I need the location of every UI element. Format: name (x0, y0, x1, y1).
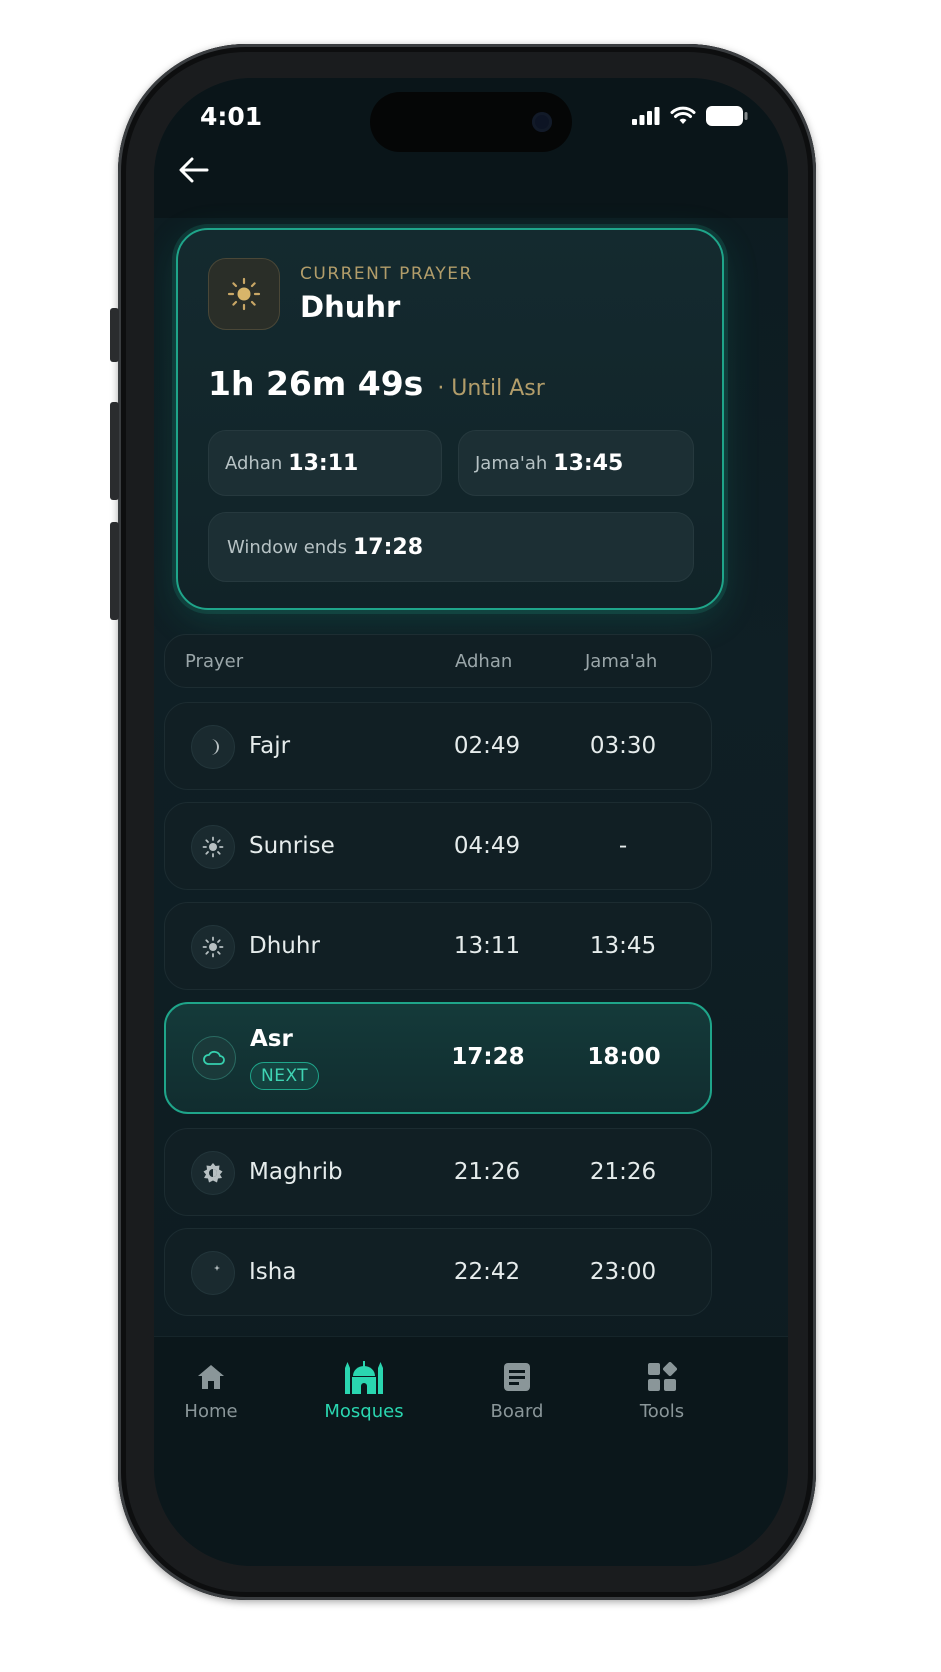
mosque-icon (345, 1361, 383, 1394)
status-icons (632, 106, 748, 126)
prayer-name: Fajr (249, 733, 291, 759)
sun-icon (227, 277, 261, 311)
prayer-jamaah-time: 23:00 (589, 1259, 657, 1285)
dynamic-island (370, 92, 572, 152)
countdown-timer: 1h 26m 49s (208, 364, 424, 403)
sunset-icon (203, 1163, 223, 1183)
current-prayer-name: Dhuhr (300, 290, 401, 324)
prayer-jamaah-time: 21:26 (589, 1159, 657, 1185)
board-icon (504, 1363, 530, 1391)
countdown: 1h 26m 49s · Until Asr (208, 364, 545, 403)
prayer-row-icon-box (191, 725, 235, 769)
jamaah-pill-time: 13:45 (553, 450, 624, 476)
window-ends-label: Window ends (227, 536, 347, 558)
adhan-pill-label: Adhan (225, 452, 283, 474)
cloud-icon (203, 1050, 225, 1065)
prayer-row-fajr[interactable]: Fajr 02:49 03:30 (164, 702, 712, 790)
prayer-adhan-time: 13:11 (453, 933, 521, 959)
app-screen: 4:01 CURRENT PRAYER Dhuhr 1h 26m 49s · U… (154, 78, 788, 1566)
current-prayer-card: CURRENT PRAYER Dhuhr 1h 26m 49s · Until … (176, 228, 724, 610)
prayer-adhan-time: 22:42 (453, 1259, 521, 1285)
prayer-name: Isha (249, 1259, 297, 1285)
prayer-jamaah-time: 03:30 (589, 733, 657, 759)
next-badge: NEXT (250, 1062, 320, 1090)
prayer-name: Asr (250, 1026, 293, 1052)
window-ends-pill: Window ends 17:28 (208, 512, 694, 582)
nav-mosques-label: Mosques (324, 1401, 404, 1422)
header-adhan: Adhan (455, 651, 513, 672)
nav-home[interactable]: Home (154, 1359, 271, 1422)
back-button[interactable] (174, 150, 214, 190)
nav-board[interactable]: Board (457, 1359, 577, 1422)
prayer-jamaah-time: - (618, 833, 628, 859)
header-prayer: Prayer (185, 651, 244, 672)
prayer-row-maghrib[interactable]: Maghrib 21:26 21:26 (164, 1128, 712, 1216)
prayer-name: Maghrib (249, 1159, 343, 1185)
signal-icon (632, 107, 660, 125)
bottom-nav: Home Mosques Board Tools (154, 1336, 788, 1566)
jamaah-pill: Jama'ah 13:45 (458, 430, 694, 496)
moon-icon (211, 739, 219, 755)
sun-icon (202, 936, 224, 958)
current-prayer-label: CURRENT PRAYER (300, 264, 473, 284)
header-jamaah: Jama'ah (585, 651, 658, 672)
window-ends-time: 17:28 (352, 534, 424, 560)
sun-icon (202, 836, 224, 858)
nav-board-label: Board (490, 1401, 544, 1422)
countdown-until: · Until Asr (437, 376, 545, 401)
prayer-adhan-time: 21:26 (453, 1159, 521, 1185)
prayer-jamaah-time: 13:45 (589, 933, 657, 959)
tools-icon (648, 1362, 677, 1391)
nav-tools-label: Tools (639, 1401, 685, 1422)
prayer-table-header: Prayer Adhan Jama'ah (164, 634, 712, 688)
nav-tools[interactable]: Tools (602, 1359, 722, 1422)
adhan-pill: Adhan 13:11 (208, 430, 442, 496)
arrow-left-icon (179, 157, 209, 183)
nav-mosques[interactable]: Mosques (304, 1359, 424, 1422)
moon-stars-icon (207, 1265, 221, 1281)
prayer-row-icon-box (191, 1251, 235, 1295)
prayer-adhan-time: 17:28 (451, 1044, 525, 1070)
prayer-adhan-time: 02:49 (453, 733, 521, 759)
nav-home-label: Home (184, 1401, 238, 1422)
prayer-row-icon-box (192, 1036, 236, 1080)
prayer-row-icon-box (191, 925, 235, 969)
battery-icon (706, 106, 748, 126)
home-icon (198, 1365, 224, 1389)
current-prayer-icon-box (208, 258, 280, 330)
action-button (110, 308, 119, 362)
prayer-row-icon-box (191, 825, 235, 869)
volume-down-button (110, 522, 119, 620)
prayer-row-asr[interactable]: Asr NEXT 17:28 18:00 (164, 1002, 712, 1114)
prayer-jamaah-time: 18:00 (587, 1044, 661, 1070)
prayer-row-sunrise[interactable]: Sunrise 04:49 - (164, 802, 712, 890)
prayer-name: Sunrise (249, 833, 335, 859)
prayer-adhan-time: 04:49 (453, 833, 521, 859)
prayer-row-isha[interactable]: Isha 22:42 23:00 (164, 1228, 712, 1316)
wifi-icon (670, 106, 696, 124)
jamaah-pill-label: Jama'ah (475, 452, 548, 474)
prayer-row-icon-box (191, 1151, 235, 1195)
volume-up-button (110, 402, 119, 500)
prayer-row-dhuhr[interactable]: Dhuhr 13:11 13:45 (164, 902, 712, 990)
prayer-name: Dhuhr (249, 933, 320, 959)
status-time: 4:01 (200, 102, 263, 131)
adhan-pill-time: 13:11 (288, 450, 359, 476)
